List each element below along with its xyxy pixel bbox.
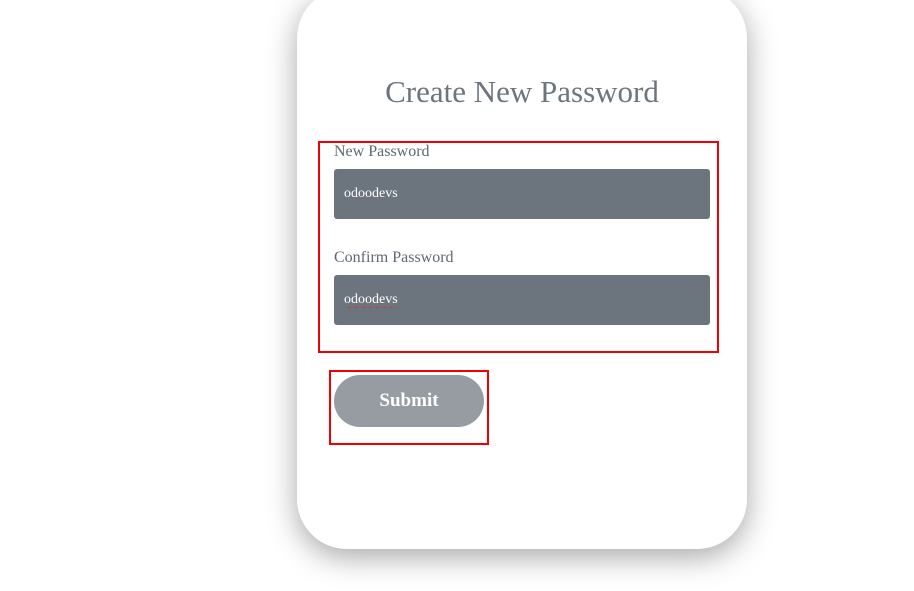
- password-card: Create New Password New Password Confirm…: [297, 0, 747, 549]
- new-password-label: New Password: [334, 143, 430, 160]
- confirm-password-label: Confirm Password: [334, 249, 454, 266]
- submit-button[interactable]: Submit: [334, 375, 484, 427]
- new-password-input[interactable]: [334, 169, 710, 219]
- confirm-password-input[interactable]: [334, 275, 710, 325]
- page-title: Create New Password: [385, 74, 659, 109]
